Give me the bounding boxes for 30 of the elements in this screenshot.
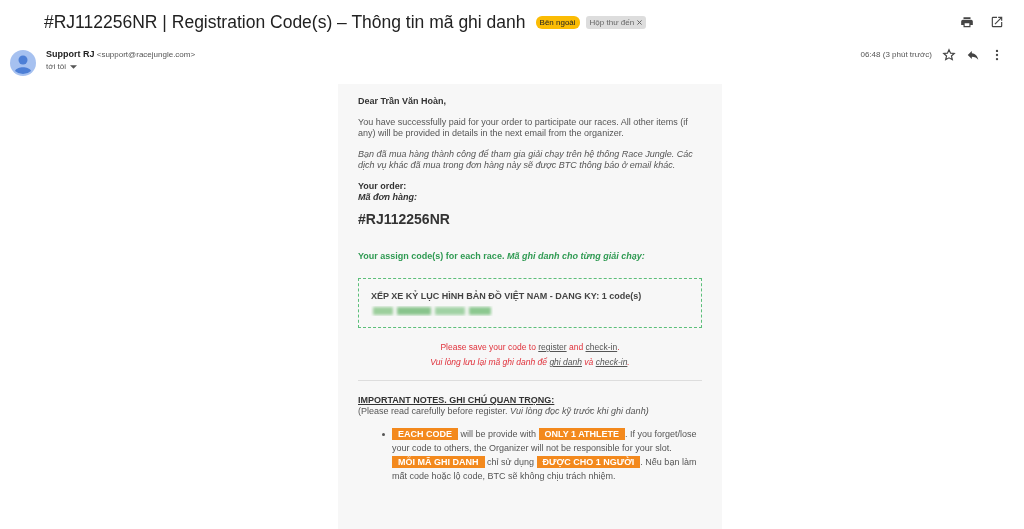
sender-email: <support@racejungle.com> xyxy=(96,50,196,59)
email-subject: #RJ112256NR | Registration Code(s) – Thông tin mã ghi danh xyxy=(44,11,526,33)
greeting-text: Dear Trần Văn Hoàn, xyxy=(358,96,448,107)
save-notice: Please save your code to register and check-in. xyxy=(439,341,621,354)
note-paragraph: EACH CODE will be provide with ONLY 1 ATHLETE . If you forget/lose your code to others, the Organizer will not be responsible for your slot. MỖI MÃ GHI DANH chỉ sử dụng ĐƯỢC CHO 1 NGƯỜI . Nếu bạn làm mất code hoặc lộ code, BTC sẽ không chịu trách nhiệm. xyxy=(392,427,698,483)
dropdown-icon[interactable] xyxy=(69,65,77,69)
reply-icon[interactable] xyxy=(966,48,980,62)
save-notice: Vui lòng lưu lại mã ghi danh để ghi danh và check-in. xyxy=(429,356,631,369)
label-chip[interactable]: Bên ngoài xyxy=(535,15,580,29)
notes-subtitle: (Please read carefully before register. Vui lòng đọc kỹ trước khi ghi danh) xyxy=(358,406,650,417)
star-icon[interactable] xyxy=(942,48,956,62)
intro-paragraph: You have successfully paid for your order to participate our races. All other items (if any) will be provided in details in the next email from the organizer. xyxy=(358,117,689,139)
order-label: Mã đơn hàng: xyxy=(358,192,419,203)
race-title: XẾP XE KỶ LỤC HÌNH BẢN ĐỒ VIỆT NAM - DANG KY: 1 code(s) xyxy=(371,291,643,302)
open-in-new-icon[interactable] xyxy=(990,15,1004,29)
recipient-text: tới tôi xyxy=(46,61,66,73)
link[interactable]: ghi danh xyxy=(549,357,582,367)
avatar-icon xyxy=(10,50,36,76)
print-icon[interactable] xyxy=(960,15,974,29)
intro-paragraph: Bạn đã mua hàng thành công để tham gia giải chạy trên hệ thống Race Jungle. Các dịch vụ khác đã mua trong đơn hàng này sẽ được BTC thông báo ở email khác. xyxy=(358,149,694,171)
label-chip[interactable]: Hộp thư đến xyxy=(585,15,647,29)
assign-heading: Your assign code(s) for each race. Mã ghi danh cho từng giải chạy: xyxy=(358,251,646,262)
order-label: Your order: xyxy=(358,181,408,192)
bullet-icon xyxy=(382,433,385,436)
sender-name: Support RJ xyxy=(46,49,95,59)
link[interactable]: register xyxy=(538,342,567,352)
close-icon[interactable] xyxy=(637,19,643,25)
time-text: 06:48 (3 phút trước) xyxy=(860,50,932,59)
order-code: #RJ112256NR xyxy=(358,214,451,225)
notes-heading: IMPORTANT NOTES. GHI CHÚ QUAN TRỌNG: xyxy=(358,395,556,406)
